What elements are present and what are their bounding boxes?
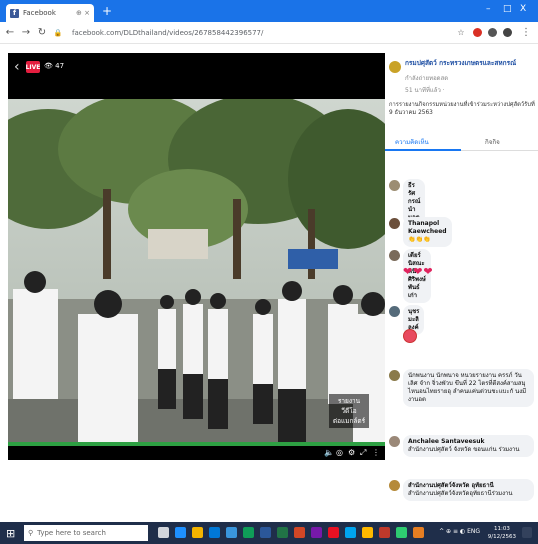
system-tray[interactable]: ^ ⊕ ≡ ◐ ENG — [439, 528, 480, 535]
app-icon[interactable] — [396, 527, 407, 538]
comment-bubble: สำนักงานปศุสัตว์จังหวัด อุทัยธานี สำนักงา… — [403, 479, 534, 501]
volume-icon[interactable]: 🔈 — [324, 448, 334, 457]
app-icon[interactable] — [328, 527, 339, 538]
onenote-icon[interactable] — [311, 527, 322, 538]
comment-text: สำนักงานปศุสัตว์ จังหวัด ขอนแก่น ร่วมงาน — [408, 446, 520, 453]
comment-text: สำนักงานปศุสัตว์จังหวัดอุทัยธานีร่วมงาน — [408, 490, 513, 497]
screen: f Facebook ⊕ × + – □ X ← → ↻ 🔒 facebook.… — [0, 0, 538, 544]
address-bar: ← → ↻ 🔒 facebook.com/DLDthailand/videos/… — [0, 22, 538, 44]
viewer-count: 👁 47 — [44, 62, 65, 70]
clock[interactable]: 11:03 9/12/2563 — [488, 525, 516, 541]
live-badge: LIVE — [26, 61, 40, 73]
commenter-name[interactable]: Anchalee Santaveesuk — [408, 438, 485, 445]
url-field[interactable]: facebook.com/DLDthailand/videos/26785844… — [72, 29, 451, 37]
avatar[interactable] — [389, 250, 400, 261]
new-tab-button[interactable]: + — [100, 4, 114, 18]
menu-icon[interactable]: ⋮ — [520, 27, 532, 38]
edge-icon[interactable] — [226, 527, 237, 538]
video-frame[interactable]: รายงานวีดีโอ ต่อแมกล์ตร์ — [8, 99, 385, 442]
avatar[interactable] — [389, 218, 400, 229]
windows-taskbar: ⊞ ⚲ Type here to search ^ ⊕ ≡ ◐ ENG 11:0… — [0, 522, 538, 544]
caption-line: รายงานวีดีโอ — [337, 397, 361, 415]
tab-title: Facebook — [23, 9, 56, 17]
back-icon[interactable]: ← — [4, 27, 16, 38]
lock-icon: 🔒 — [53, 28, 63, 37]
avatar[interactable] — [389, 370, 400, 381]
chrome-icon[interactable] — [243, 527, 254, 538]
page-name[interactable]: กรมปศุสัตว์ กระทรวงเกษตรและสหกรณ์ — [405, 59, 535, 68]
avatar[interactable] — [389, 436, 400, 447]
commenter-name[interactable]: นุชร มะลิลงค์ — [408, 308, 419, 331]
extension-icon[interactable] — [473, 28, 482, 37]
task-view-icon[interactable] — [158, 527, 169, 538]
avatar[interactable] — [389, 480, 400, 491]
tab-close-icon[interactable]: ⊕ × — [76, 9, 90, 17]
taskbar-search-input[interactable]: ⚲ Type here to search — [24, 525, 148, 541]
tab-other[interactable]: กิจกิจ — [485, 137, 500, 147]
search-placeholder: Type here to search — [37, 529, 106, 537]
captions-icon[interactable]: ◎ — [336, 448, 343, 457]
player-header: ‹ LIVE 👁 47 — [8, 53, 385, 99]
app-icon[interactable] — [413, 527, 424, 538]
more-icon[interactable]: ⋮ — [372, 448, 380, 457]
clock-time: 11:03 — [493, 526, 510, 532]
app-icon[interactable] — [379, 527, 390, 538]
app-icon[interactable] — [175, 527, 186, 538]
fullscreen-icon[interactable]: ⤢ — [360, 448, 366, 458]
player-controls: 🔈 ◎ ⚙ ⤢ ⋮ — [8, 446, 385, 460]
reload-icon[interactable]: ↻ — [36, 27, 48, 38]
profile-icon[interactable] — [503, 28, 512, 37]
store-icon[interactable] — [209, 527, 220, 538]
excel-icon[interactable] — [277, 527, 288, 538]
page-avatar[interactable] — [389, 61, 401, 73]
browser-tab-strip: f Facebook ⊕ × + – □ X — [0, 0, 538, 22]
star-icon[interactable]: ☆ — [455, 28, 467, 37]
forward-icon[interactable]: → — [20, 27, 32, 38]
heart-reaction-icon: ❤❤❤ — [403, 265, 434, 278]
file-explorer-icon[interactable] — [192, 527, 203, 538]
powerpoint-icon[interactable] — [294, 527, 305, 538]
app-icon[interactable] — [345, 527, 356, 538]
tab-comments[interactable]: ความคิดเห็น — [395, 137, 429, 147]
video-caption: รายงานวีดีโอ ต่อแมกล์ตร์ — [329, 394, 369, 428]
notifications-icon[interactable] — [522, 527, 532, 538]
commenter-name[interactable]: ธีรรัศกรณ์ นำนอต — [408, 182, 420, 221]
active-tab-indicator — [385, 149, 461, 151]
post-description: การรายงานกิจกรรมหน่วยงานที่เข้าร่วมระหว่… — [389, 102, 535, 116]
back-chevron-icon[interactable]: ‹ — [14, 59, 20, 75]
facebook-icon: f — [10, 8, 19, 18]
post-side-panel: กรมปศุสัตว์ กระทรวงเกษตรและสหกรณ์ กำลังถ… — [385, 53, 538, 522]
search-icon: ⚲ — [28, 529, 34, 537]
clock-date: 9/12/2563 — [487, 534, 516, 540]
commenter-name[interactable]: Thanapol Kaewcheed — [408, 220, 447, 235]
maximize-button[interactable]: □ — [503, 4, 512, 14]
caption-line: ต่อแมกล์ตร์ — [332, 417, 366, 425]
settings-gear-icon[interactable]: ⚙ — [348, 448, 355, 457]
video-player[interactable]: ‹ LIVE 👁 47 รายงานวีดีโอ ต่อแมกล์ตร์ 🔈 ◎… — [8, 53, 385, 460]
sticker-icon — [403, 329, 417, 343]
extension-icon[interactable] — [488, 28, 497, 37]
close-window-button[interactable]: X — [520, 4, 526, 14]
comment-bubble: นักพนงาน นักพนาจ หนวยรายงาน ครรภ์ วันเลิ… — [403, 369, 534, 407]
minimize-button[interactable]: – — [486, 4, 491, 14]
word-icon[interactable] — [260, 527, 271, 538]
commenter-name[interactable]: สำนักงานปศุสัตว์จังหวัด อุทัยธานี — [408, 482, 494, 489]
video-scene — [8, 99, 385, 442]
comment-text: นักพนงาน นักพนาจ หนวยรายงาน ครรภ์ วันเลิ… — [408, 372, 527, 403]
browser-tab[interactable]: f Facebook ⊕ × — [6, 4, 94, 22]
panel-tabs: ความคิดเห็น กิจกิจ — [385, 131, 538, 151]
windows-start-icon[interactable]: ⊞ — [6, 527, 15, 540]
page-subtitle: กำลังถ่ายทอดสด — [405, 75, 449, 82]
avatar[interactable] — [389, 180, 400, 191]
app-icon[interactable] — [362, 527, 373, 538]
comment-bubble: Thanapol Kaewcheed 👏👏👏 — [403, 217, 452, 247]
post-time[interactable]: 51 นาทีที่แล้ว · — [405, 85, 445, 95]
comment-bubble: Anchalee Santaveesuk สำนักงานปศุสัตว์ จัง… — [403, 435, 534, 457]
comment-text: 👏👏👏 — [408, 236, 431, 243]
avatar[interactable] — [389, 306, 400, 317]
